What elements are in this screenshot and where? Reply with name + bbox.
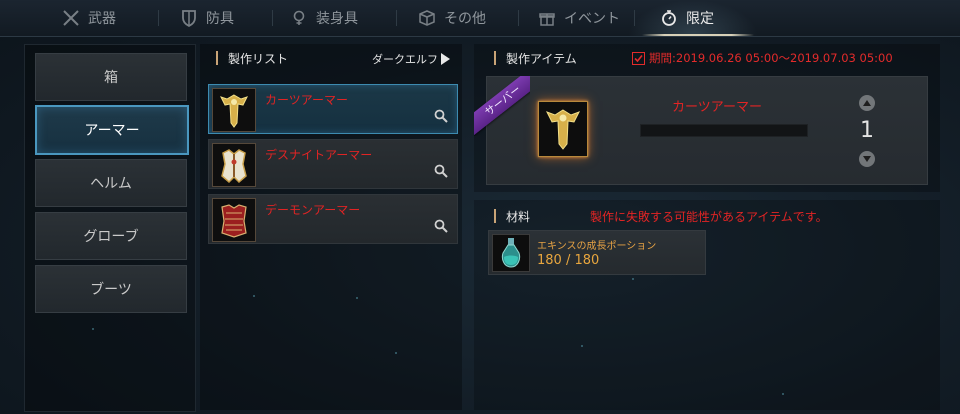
quantity-value: 1 bbox=[860, 118, 874, 143]
category-label: ブーツ bbox=[90, 282, 132, 298]
magnifier-icon[interactable] bbox=[434, 109, 448, 123]
category-label: アーマー bbox=[84, 123, 140, 139]
category-gloves[interactable]: グローブ bbox=[35, 212, 187, 260]
shield-icon bbox=[182, 10, 196, 27]
stopwatch-icon bbox=[662, 10, 676, 26]
tab-divider bbox=[272, 10, 273, 26]
tab-weapons[interactable]: 武器 bbox=[62, 0, 116, 36]
materials-header: 材料 bbox=[494, 205, 530, 227]
ring-icon bbox=[293, 10, 305, 25]
material-count: 180 / 180 bbox=[537, 253, 600, 268]
background-star bbox=[395, 352, 397, 354]
craft-item-header: 製作アイテム bbox=[494, 47, 577, 69]
craft-item-name: カーツアーマー bbox=[265, 93, 349, 107]
craft-item-name: デスナイトアーマー bbox=[265, 148, 373, 162]
tab-divider bbox=[396, 10, 397, 26]
race-filter[interactable]: ダークエルフ bbox=[372, 51, 450, 67]
background-star bbox=[253, 295, 255, 297]
craft-list-title: 製作リスト bbox=[228, 51, 289, 66]
magnifier-icon[interactable] bbox=[434, 164, 448, 178]
crossed-swords-icon bbox=[63, 10, 79, 26]
category-armor[interactable]: アーマー bbox=[35, 105, 189, 155]
red-armor-icon bbox=[212, 198, 256, 242]
material-name: エキンスの成長ポーション bbox=[537, 241, 657, 252]
background-star bbox=[632, 278, 634, 280]
box-icon bbox=[419, 10, 435, 26]
craft-item-title: 製作アイテム bbox=[506, 51, 577, 66]
header-accent-bar bbox=[494, 209, 496, 223]
arrow-up-icon bbox=[863, 100, 871, 106]
category-panel: 箱 アーマー ヘルム グローブ ブーツ bbox=[24, 44, 196, 412]
background-star bbox=[581, 345, 583, 347]
race-filter-label: ダークエルフ bbox=[372, 53, 438, 66]
tab-divider bbox=[158, 10, 159, 26]
failure-warning: 製作に失敗する可能性があるアイテムです。 bbox=[590, 210, 828, 224]
tab-event[interactable]: イベント bbox=[538, 0, 620, 36]
craft-list-panel: 製作リスト ダークエルフ カーツアーマー デスナイトアーマー デーモンアーマー bbox=[200, 44, 462, 410]
background-star bbox=[92, 328, 94, 330]
craft-list-item[interactable]: デーモンアーマー bbox=[208, 194, 458, 244]
tab-divider bbox=[518, 10, 519, 26]
tab-label: イベント bbox=[564, 11, 620, 27]
background-star bbox=[356, 297, 358, 299]
tab-label: その他 bbox=[444, 11, 486, 27]
tab-armor[interactable]: 防具 bbox=[180, 0, 234, 36]
background-star bbox=[782, 393, 784, 395]
craft-list-item[interactable]: デスナイトアーマー bbox=[208, 139, 458, 189]
craft-progress-bar bbox=[640, 124, 808, 137]
tab-limited[interactable]: 限定 bbox=[642, 0, 754, 36]
category-label: グローブ bbox=[83, 229, 139, 245]
header-accent-bar bbox=[494, 51, 496, 65]
server-ribbon-label: サーバー bbox=[474, 76, 530, 136]
gift-icon bbox=[539, 13, 555, 26]
category-tab-bar: 武器 防具 装身具 その他 イベント 限定 bbox=[0, 0, 960, 37]
gold-armor-icon bbox=[212, 88, 256, 132]
gold-armor-icon bbox=[538, 101, 588, 157]
magnifier-icon[interactable] bbox=[434, 219, 448, 233]
category-box[interactable]: 箱 bbox=[35, 53, 187, 101]
craft-item-name: カーツアーマー bbox=[672, 100, 762, 115]
tab-label: 武器 bbox=[88, 11, 116, 27]
event-period-text: 期間:2019.06.26 05:00〜2019.07.03 05:00 bbox=[649, 51, 893, 65]
tab-accessories[interactable]: 装身具 bbox=[290, 0, 358, 36]
category-label: ヘルム bbox=[90, 176, 132, 192]
tab-label: 防具 bbox=[206, 11, 234, 27]
header-accent-bar bbox=[216, 51, 218, 65]
materials-title: 材料 bbox=[506, 209, 531, 224]
checkbox-icon bbox=[632, 51, 645, 65]
category-label: 箱 bbox=[104, 70, 118, 86]
white-armor-icon bbox=[212, 143, 256, 187]
tab-divider bbox=[634, 10, 635, 26]
category-boots[interactable]: ブーツ bbox=[35, 265, 187, 313]
tab-label: 装身具 bbox=[316, 11, 358, 27]
craft-list-item[interactable]: カーツアーマー bbox=[208, 84, 458, 134]
craft-item-name: デーモンアーマー bbox=[265, 203, 361, 217]
quantity-down-button[interactable] bbox=[859, 151, 875, 167]
category-helm[interactable]: ヘルム bbox=[35, 159, 187, 207]
material-item[interactable]: エキンスの成長ポーション 180 / 180 bbox=[488, 230, 706, 275]
tab-label: 限定 bbox=[686, 11, 714, 27]
play-arrow-icon bbox=[441, 53, 450, 65]
tab-other[interactable]: その他 bbox=[418, 0, 486, 36]
server-ribbon: サーバー bbox=[474, 76, 530, 136]
arrow-down-icon bbox=[863, 156, 871, 162]
quantity-up-button[interactable] bbox=[859, 95, 875, 111]
potion-icon bbox=[492, 234, 530, 272]
craft-list-header: 製作リスト bbox=[216, 47, 288, 69]
event-period: 期間:2019.06.26 05:00〜2019.07.03 05:00 bbox=[632, 50, 893, 66]
